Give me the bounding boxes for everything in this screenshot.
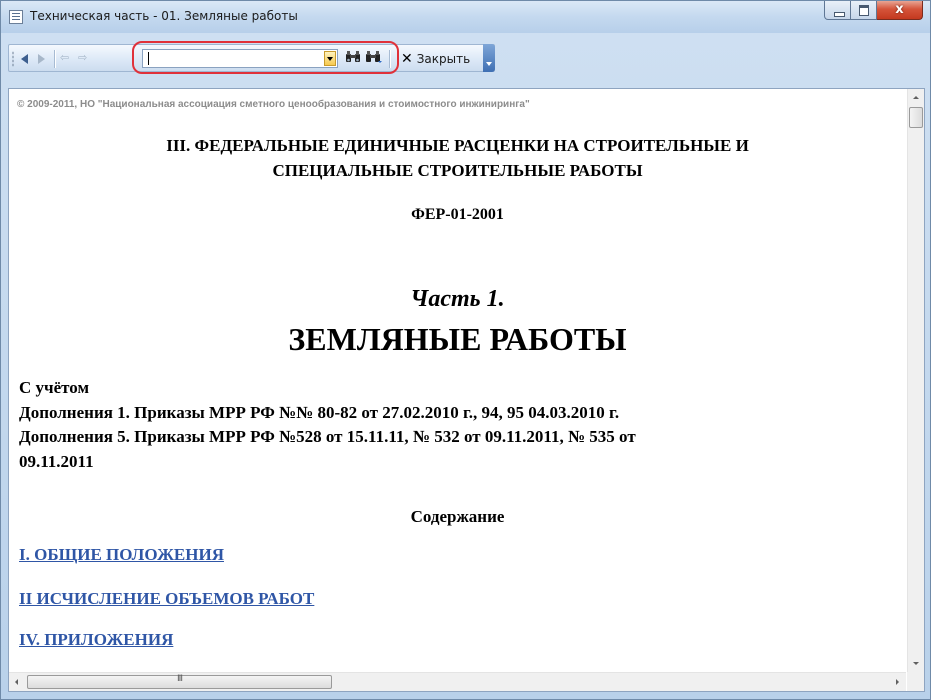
- section-title-line: III. ФЕДЕРАЛЬНЫЕ ЕДИНИЧНЫЕ РАСЦЕНКИ НА С…: [166, 136, 749, 155]
- title-bar[interactable]: Техническая часть - 01. Земляные работы …: [1, 1, 930, 33]
- scroll-right-icon[interactable]: [889, 673, 906, 691]
- back-arrow-icon[interactable]: [21, 54, 28, 64]
- vertical-scrollbar[interactable]: [907, 89, 924, 672]
- vertical-scroll-thumb[interactable]: [909, 107, 923, 128]
- scroll-thumb-grip: III: [177, 674, 183, 684]
- scroll-up-icon[interactable]: [908, 89, 924, 106]
- history-back-icon[interactable]: ⇦: [60, 52, 72, 63]
- document-code: ФЕР-01-2001: [411, 206, 504, 223]
- history-forward-icon[interactable]: ⇨: [78, 52, 90, 63]
- close-window-button[interactable]: x: [877, 1, 923, 20]
- toc-link-general[interactable]: I. ОБЩИЕ ПОЛОЖЕНИЯ: [19, 545, 224, 565]
- toolbar-separator: [54, 50, 55, 68]
- toc-title: Содержание: [410, 507, 505, 526]
- scrollbar-corner: [907, 672, 924, 691]
- document-icon: [9, 10, 23, 24]
- copyright-notice: © 2009-2011, НО "Национальная ассоциация…: [17, 99, 530, 110]
- scroll-down-icon[interactable]: [908, 655, 924, 672]
- horizontal-scrollbar[interactable]: III: [9, 672, 906, 691]
- search-highlight-frame: [132, 41, 399, 74]
- close-icon: ✕: [401, 50, 413, 67]
- amendments-line: 09.11.2011: [19, 451, 94, 471]
- toolbar-grip-icon[interactable]: [12, 51, 14, 67]
- document-viewer: © 2009-2011, НО "Национальная ассоциация…: [8, 88, 925, 692]
- minimize-button[interactable]: [824, 1, 851, 20]
- document-heading: ЗЕМЛЯНЫЕ РАБОТЫ: [288, 321, 627, 357]
- section-title-line: СПЕЦИАЛЬНЫЕ СТРОИТЕЛЬНЫЕ РАБОТЫ: [272, 161, 643, 180]
- part-label: Часть 1.: [410, 286, 505, 312]
- toolbar-overflow-button[interactable]: [483, 44, 495, 72]
- amendments-line: Дополнения 1. Приказы МРР РФ №№ 80-82 от…: [19, 402, 620, 422]
- amendments-block: С учётом Дополнения 1. Приказы МРР РФ №№…: [19, 376, 879, 474]
- forward-arrow-icon[interactable]: [38, 54, 45, 64]
- caption-buttons: x: [824, 1, 923, 21]
- close-search-button[interactable]: ✕ Закрыть: [401, 49, 470, 68]
- amendments-line: С учётом: [19, 378, 90, 397]
- scroll-left-icon[interactable]: [9, 673, 26, 691]
- window-title: Техническая часть - 01. Земляные работы: [30, 9, 298, 23]
- document-page: © 2009-2011, НО "Национальная ассоциация…: [9, 89, 906, 672]
- close-search-label: Закрыть: [416, 51, 471, 66]
- amendments-line: Дополнения 5. Приказы МРР РФ №528 от 15.…: [19, 427, 636, 446]
- toc-link-volumes[interactable]: II ИСЧИСЛЕНИЕ ОБЪЕМОВ РАБОТ: [19, 589, 314, 609]
- horizontal-scroll-thumb[interactable]: III: [27, 674, 332, 689]
- close-icon: x: [895, 2, 904, 17]
- app-window: Техническая часть - 01. Земляные работы …: [0, 0, 931, 700]
- maximize-button[interactable]: [851, 1, 877, 20]
- toc-link-appendices[interactable]: IV. ПРИЛОЖЕНИЯ: [19, 630, 173, 650]
- section-title: III. ФЕДЕРАЛЬНЫЕ ЕДИНИЧНЫЕ РАСЦЕНКИ НА С…: [9, 133, 906, 183]
